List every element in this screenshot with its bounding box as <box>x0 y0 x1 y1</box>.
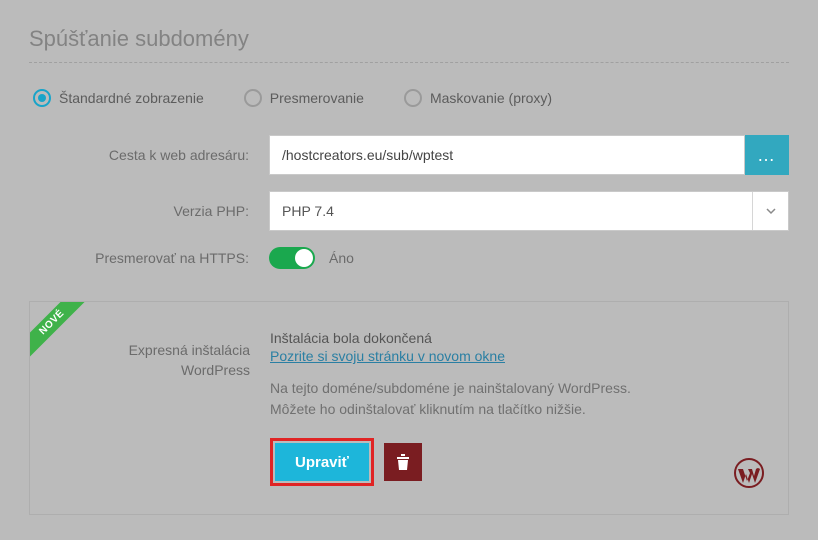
radio-redirect[interactable]: Presmerovanie <box>244 89 364 107</box>
install-heading: Expresná inštalácia WordPress <box>30 330 270 486</box>
edit-button[interactable]: Upraviť <box>275 443 369 481</box>
radio-label: Presmerovanie <box>270 90 364 106</box>
display-mode-radios: Štandardné zobrazenie Presmerovanie Mask… <box>29 89 789 107</box>
radio-icon <box>33 89 51 107</box>
ellipsis-icon: … <box>757 145 777 166</box>
view-site-link[interactable]: Pozrite si svoju stránku v novom okne <box>270 348 505 364</box>
wordpress-install-box: NOVÉ Expresná inštalácia WordPress Inšta… <box>29 301 789 515</box>
radio-icon <box>404 89 422 107</box>
https-label: Presmerovať na HTTPS: <box>29 250 269 266</box>
path-label: Cesta k web adresáru: <box>29 147 269 163</box>
browse-button[interactable]: … <box>745 135 789 175</box>
php-version-select[interactable]: PHP 7.4 <box>269 191 789 231</box>
radio-label: Štandardné zobrazenie <box>59 90 204 106</box>
install-status: Inštalácia bola dokončená <box>270 330 764 346</box>
radio-label: Maskovanie (proxy) <box>430 90 552 106</box>
php-label: Verzia PHP: <box>29 203 269 219</box>
toggle-value: Áno <box>329 250 354 266</box>
uninstall-button[interactable] <box>384 443 422 481</box>
https-toggle[interactable] <box>269 247 315 269</box>
divider <box>29 62 789 63</box>
radio-proxy[interactable]: Maskovanie (proxy) <box>404 89 552 107</box>
chevron-down-icon <box>752 192 788 230</box>
section-title: Spúšťanie subdomény <box>29 20 789 62</box>
radio-standard[interactable]: Štandardné zobrazenie <box>33 89 204 107</box>
wordpress-icon <box>734 458 764 488</box>
path-input[interactable] <box>269 135 745 175</box>
trash-icon <box>396 454 410 470</box>
select-value: PHP 7.4 <box>270 203 752 219</box>
highlight-frame: Upraviť <box>270 438 374 486</box>
install-description: Na tejto doméne/subdoméne je nainštalova… <box>270 378 764 420</box>
radio-icon <box>244 89 262 107</box>
